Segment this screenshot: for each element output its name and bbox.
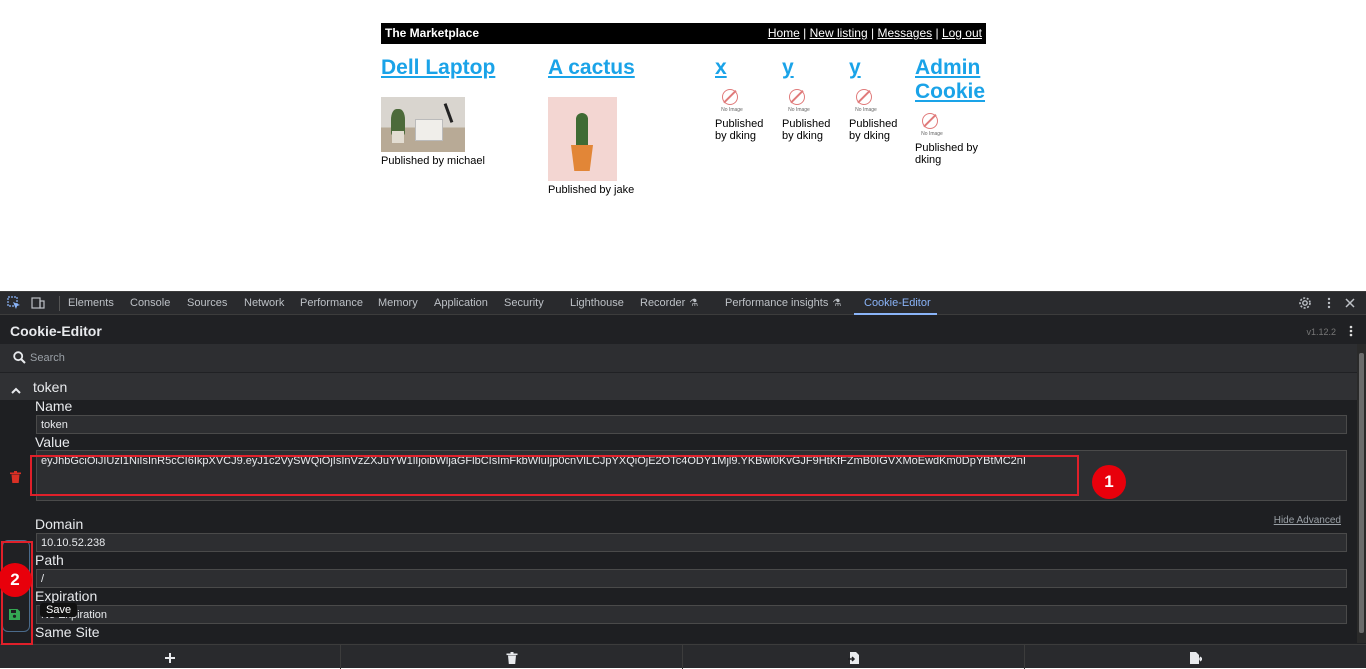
cookie-editor-title: Cookie-Editor [10, 323, 102, 339]
no-image-icon[interactable]: No Image [782, 89, 812, 115]
search-icon [13, 351, 26, 364]
cookie-header-token[interactable]: token [0, 373, 1357, 400]
listing-publisher: Published by jake [548, 184, 635, 196]
listing-image[interactable] [381, 97, 465, 152]
import-icon [848, 651, 860, 664]
export-icon [1190, 651, 1204, 664]
cookie-editor-header: Cookie-Editor v1.12.2 [0, 315, 1366, 344]
nav-home-link[interactable]: Home [768, 26, 800, 40]
name-field[interactable] [36, 415, 1347, 434]
same-site-label: Same Site [35, 624, 100, 640]
name-label: Name [35, 400, 73, 414]
domain-field[interactable] [36, 533, 1347, 552]
tab-cookie-editor[interactable]: Cookie-Editor [864, 297, 931, 309]
more-vert-icon[interactable] [1349, 325, 1353, 337]
tab-security[interactable]: Security [504, 297, 544, 309]
more-vert-icon[interactable] [1322, 296, 1336, 310]
no-image-icon[interactable]: No Image [849, 89, 879, 115]
tab-lighthouse[interactable]: Lighthouse [570, 297, 624, 309]
delete-all-button[interactable] [342, 645, 683, 669]
nav-messages-link[interactable]: Messages [877, 26, 932, 40]
flask-icon: ⚗ [689, 298, 699, 309]
tab-elements[interactable]: Elements [68, 297, 114, 309]
listing-title-link[interactable]: A cactus [548, 56, 635, 80]
listing-card: A cactus Published by jake [548, 56, 635, 196]
add-cookie-button[interactable] [0, 645, 341, 669]
scrollbar-thumb[interactable] [1359, 353, 1364, 633]
path-field[interactable] [36, 569, 1347, 588]
annotation-box-value [30, 455, 1079, 496]
nav-new-listing-link[interactable]: New listing [810, 26, 868, 40]
nav-logout-link[interactable]: Log out [942, 26, 982, 40]
tab-performance[interactable]: Performance [300, 297, 363, 309]
expiration-field[interactable] [36, 605, 1347, 624]
domain-label: Domain [35, 516, 84, 532]
chevron-up-icon[interactable] [11, 382, 21, 394]
path-label: Path [35, 552, 64, 568]
cookie-details: Name Value eyJhbGciOiJIUzI1NiIsInR5cCI6I… [0, 400, 1357, 643]
listing-publisher: Published by michael [381, 155, 485, 167]
tab-console[interactable]: Console [130, 297, 170, 309]
listing-title-link[interactable]: y [849, 56, 911, 80]
search-input[interactable] [30, 348, 1330, 368]
site-header: The Marketplace Home | New listing | Mes… [381, 23, 986, 44]
settings-icon[interactable] [1298, 296, 1312, 310]
no-image-icon[interactable]: No Image [915, 113, 945, 139]
cookie-name-label: token [33, 379, 68, 395]
tab-performance-insights[interactable]: Performance insights ⚗ [725, 297, 841, 309]
delete-all-icon [506, 651, 518, 664]
listing-title-link[interactable]: x [715, 56, 777, 80]
tab-application[interactable]: Application [434, 297, 488, 309]
value-label: Value [35, 434, 70, 450]
listing-publisher: Published by dking [849, 118, 898, 142]
no-image-icon[interactable]: No Image [715, 89, 745, 115]
listing-card: y No Image Published by dking [849, 56, 911, 142]
tab-sources[interactable]: Sources [187, 297, 227, 309]
listing-publisher: Published by dking [915, 142, 978, 166]
listing-card: Dell Laptop Published by michael [381, 56, 495, 167]
annotation-marker: 1 [1092, 465, 1126, 499]
listing-card: Admin Cookie No Image Published by dking [915, 56, 987, 166]
flask-icon: ⚗ [832, 298, 842, 309]
web-page: The Marketplace Home | New listing | Mes… [0, 0, 1366, 291]
expiration-label: Expiration [35, 588, 98, 604]
add-icon [164, 651, 176, 663]
site-brand: The Marketplace [385, 26, 480, 40]
device-toolbar-icon[interactable] [31, 296, 45, 310]
delete-cookie-icon[interactable] [10, 470, 21, 483]
hide-advanced-link[interactable]: Hide Advanced [1274, 515, 1341, 526]
listing-card: y No Image Published by dking [782, 56, 844, 142]
listing-title-link[interactable]: Dell Laptop [381, 56, 495, 80]
listing-title-link[interactable]: y [782, 56, 844, 80]
site-nav: Home | New listing | Messages | Log out [767, 26, 982, 40]
listing-publisher: Published by dking [782, 118, 831, 142]
close-icon[interactable] [1343, 296, 1357, 310]
version-label: v1.12.2 [1306, 327, 1336, 337]
export-button[interactable] [1026, 645, 1366, 669]
tab-recorder[interactable]: Recorder ⚗ [640, 297, 698, 309]
listing-image[interactable] [548, 97, 617, 181]
save-tooltip: Save [40, 603, 78, 617]
listing-publisher: Published by dking [715, 118, 764, 142]
tab-network[interactable]: Network [244, 297, 284, 309]
inspect-icon[interactable] [7, 296, 21, 310]
search-bar [0, 344, 1357, 372]
listing-card: x No Image Published by dking [715, 56, 777, 142]
tab-memory[interactable]: Memory [378, 297, 418, 309]
listing-title-link[interactable]: Admin Cookie [915, 56, 987, 104]
cookie-actions-bar [0, 644, 1366, 669]
devtools-tabbar: Elements Console Sources Network Perform… [0, 291, 1366, 315]
tab-divider [59, 296, 60, 311]
import-button[interactable] [684, 645, 1025, 669]
